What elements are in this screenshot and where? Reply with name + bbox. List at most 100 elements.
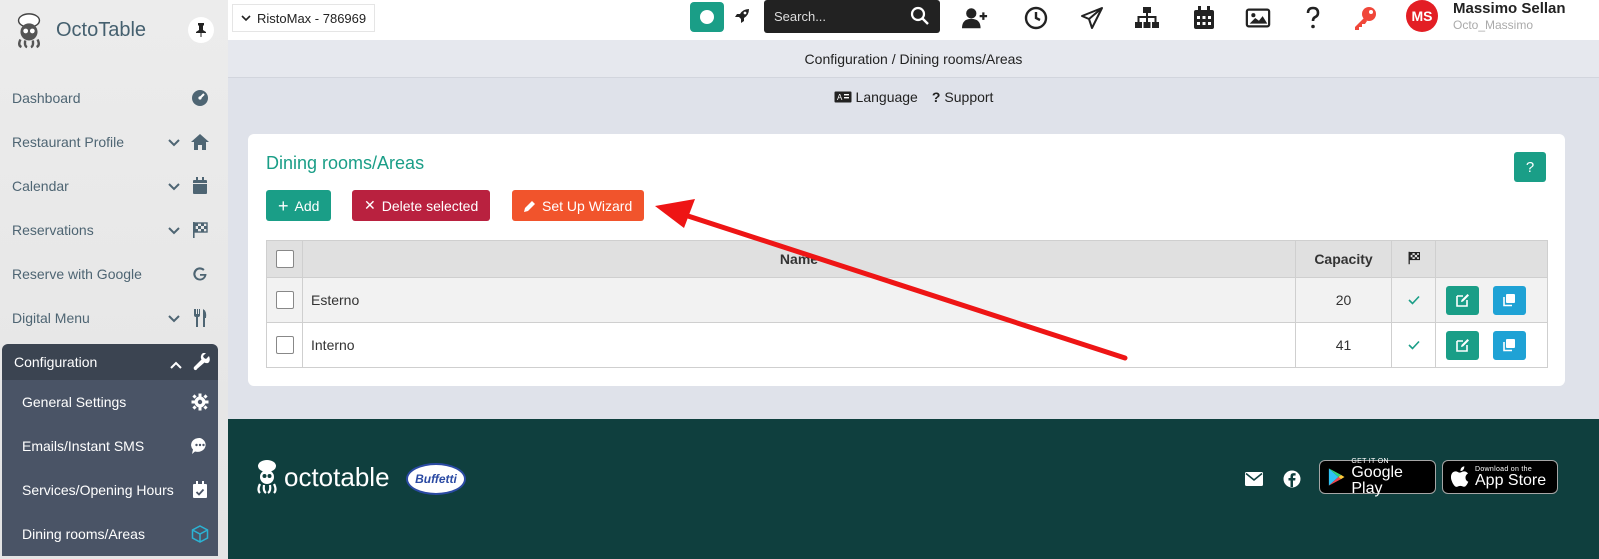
- svg-text:A: A: [837, 93, 843, 102]
- sidebar-item-reservations[interactable]: Reservations: [0, 208, 228, 252]
- edit-icon: [1455, 294, 1469, 307]
- delete-label: Delete selected: [381, 197, 479, 214]
- select-all-checkbox[interactable]: [275, 250, 294, 269]
- footer-logo-text: octotable: [284, 461, 390, 492]
- search-input[interactable]: [774, 9, 904, 24]
- breadcrumb-text: Configuration / Dining rooms/Areas: [804, 50, 1023, 67]
- table-row[interactable]: Esterno 20: [266, 277, 1548, 323]
- row-active: [1391, 322, 1436, 368]
- add-user-icon[interactable]: [962, 5, 988, 31]
- edit-button[interactable]: [1446, 330, 1479, 360]
- status-toggle[interactable]: [690, 2, 724, 32]
- help-button[interactable]: ?: [1514, 152, 1546, 182]
- email-icon[interactable]: [1244, 469, 1264, 489]
- paper-plane-icon[interactable]: [1079, 5, 1105, 31]
- row-select-cell: [266, 322, 303, 368]
- sidebar-item-dashboard[interactable]: Dashboard: [0, 76, 228, 120]
- google-icon: [190, 264, 210, 284]
- clock-icon[interactable]: [1023, 5, 1049, 31]
- sidebar-nav: Dashboard Restaurant Profile Calendar Re…: [0, 76, 228, 556]
- row-checkbox[interactable]: [275, 291, 294, 310]
- avatar[interactable]: MS: [1406, 0, 1438, 32]
- duplicate-button[interactable]: [1492, 330, 1526, 360]
- help-icon[interactable]: [1300, 5, 1326, 31]
- restaurant-name: RistoMax - 786969: [257, 10, 367, 26]
- sidebar-item-emails-sms[interactable]: Emails/Instant SMS: [2, 424, 218, 468]
- google-play-icon: [1328, 468, 1345, 486]
- sidebar-item-reserve-with-google[interactable]: Reserve with Google: [0, 252, 228, 296]
- search-box[interactable]: [764, 0, 940, 33]
- select-all-cell: [266, 240, 303, 278]
- calendar-icon[interactable]: [1191, 5, 1217, 31]
- row-active: [1391, 277, 1436, 323]
- copy-icon: [1503, 339, 1516, 352]
- top-bar: RistoMax - 786969 MS Massimo Sellan Octo…: [228, 0, 1599, 40]
- sidebar-item-calendar[interactable]: Calendar: [0, 164, 228, 208]
- delete-selected-button[interactable]: ✕ Delete selected: [352, 190, 491, 221]
- gear-icon: [190, 392, 210, 412]
- language-icon: A: [834, 91, 852, 103]
- utensils-icon: [190, 308, 210, 328]
- google-play-badge[interactable]: GET IT ON Google Play: [1319, 458, 1436, 497]
- pencil-icon: [524, 200, 535, 212]
- image-gallery-icon[interactable]: [1245, 5, 1271, 31]
- app-store-badge[interactable]: Download on the App Store: [1442, 460, 1558, 494]
- user-name[interactable]: Massimo Sellan: [1453, 0, 1566, 17]
- help-links: A Language ? Support: [228, 86, 1599, 108]
- dining-rooms-table: Name Capacity Esterno 20 Interno 41: [266, 240, 1548, 368]
- add-button[interactable]: + Add: [266, 190, 332, 221]
- check-icon: [1407, 340, 1420, 350]
- chat-icon: [190, 436, 210, 456]
- sidebar-item-general-settings[interactable]: General Settings: [2, 380, 218, 424]
- table-row[interactable]: Interno 41: [266, 322, 1548, 368]
- chevron-down-icon: [241, 14, 251, 21]
- sidebar-item-services-opening-hours[interactable]: Services/Opening Hours: [2, 468, 218, 512]
- toggle-dot-icon: [700, 10, 714, 24]
- table-header-row: Name Capacity: [266, 240, 1548, 278]
- page-title: Dining rooms/Areas: [266, 153, 425, 173]
- sidebar-item-configuration[interactable]: Configuration: [2, 344, 218, 380]
- support-link[interactable]: ? Support: [932, 86, 994, 108]
- column-header-capacity[interactable]: Capacity: [1295, 240, 1392, 278]
- calendar-check-icon: [190, 480, 210, 500]
- edit-button[interactable]: [1446, 285, 1479, 315]
- row-actions: [1435, 322, 1548, 368]
- facebook-icon[interactable]: [1282, 469, 1302, 489]
- pin-icon: [196, 23, 206, 37]
- apple-icon: [1451, 466, 1469, 487]
- duplicate-button[interactable]: [1492, 285, 1526, 315]
- dining-rooms-card: Dining rooms/Areas ? + Add ✕ Delete sele…: [248, 134, 1565, 386]
- sidebar-item-label: Dining rooms/Areas: [22, 526, 145, 542]
- footer-logo: octotable: [254, 459, 390, 495]
- rocket-icon[interactable]: [734, 8, 750, 29]
- sitemap-icon[interactable]: [1134, 5, 1160, 31]
- setup-wizard-button[interactable]: Set Up Wizard: [512, 190, 645, 221]
- google-play-big: Google Play: [1351, 463, 1403, 497]
- chevron-down-icon: [168, 310, 180, 326]
- close-icon: ✕: [364, 197, 376, 213]
- plus-icon: +: [278, 195, 289, 216]
- wizard-label: Set Up Wizard: [542, 197, 633, 214]
- key-icon[interactable]: [1352, 5, 1378, 31]
- sidebar-item-dining-rooms[interactable]: Dining rooms/Areas: [2, 512, 218, 556]
- column-header-actions: [1435, 240, 1548, 278]
- octotable-logo-icon: [17, 13, 41, 49]
- checkered-flag-icon: [190, 220, 210, 240]
- chevron-down-icon: [168, 222, 180, 238]
- sidebar-item-label: General Settings: [22, 394, 127, 410]
- configuration-submenu: General Settings Emails/Instant SMS Serv…: [2, 380, 218, 556]
- row-checkbox[interactable]: [275, 336, 294, 355]
- pin-sidebar-button[interactable]: [188, 17, 214, 43]
- chevron-down-icon: [168, 134, 180, 150]
- search-icon[interactable]: [910, 6, 930, 31]
- user-handle: Octo_Massimo: [1453, 18, 1534, 32]
- partner-logo: Buffetti: [406, 463, 466, 495]
- row-capacity: 20: [1295, 277, 1392, 323]
- language-link[interactable]: A Language: [834, 86, 918, 108]
- sidebar-item-restaurant-profile[interactable]: Restaurant Profile: [0, 120, 228, 164]
- restaurant-select[interactable]: RistoMax - 786969: [232, 4, 376, 32]
- home-icon: [190, 132, 210, 152]
- column-header-name[interactable]: Name: [302, 240, 1296, 278]
- sidebar-item-digital-menu[interactable]: Digital Menu: [0, 296, 228, 340]
- row-actions: [1435, 277, 1548, 323]
